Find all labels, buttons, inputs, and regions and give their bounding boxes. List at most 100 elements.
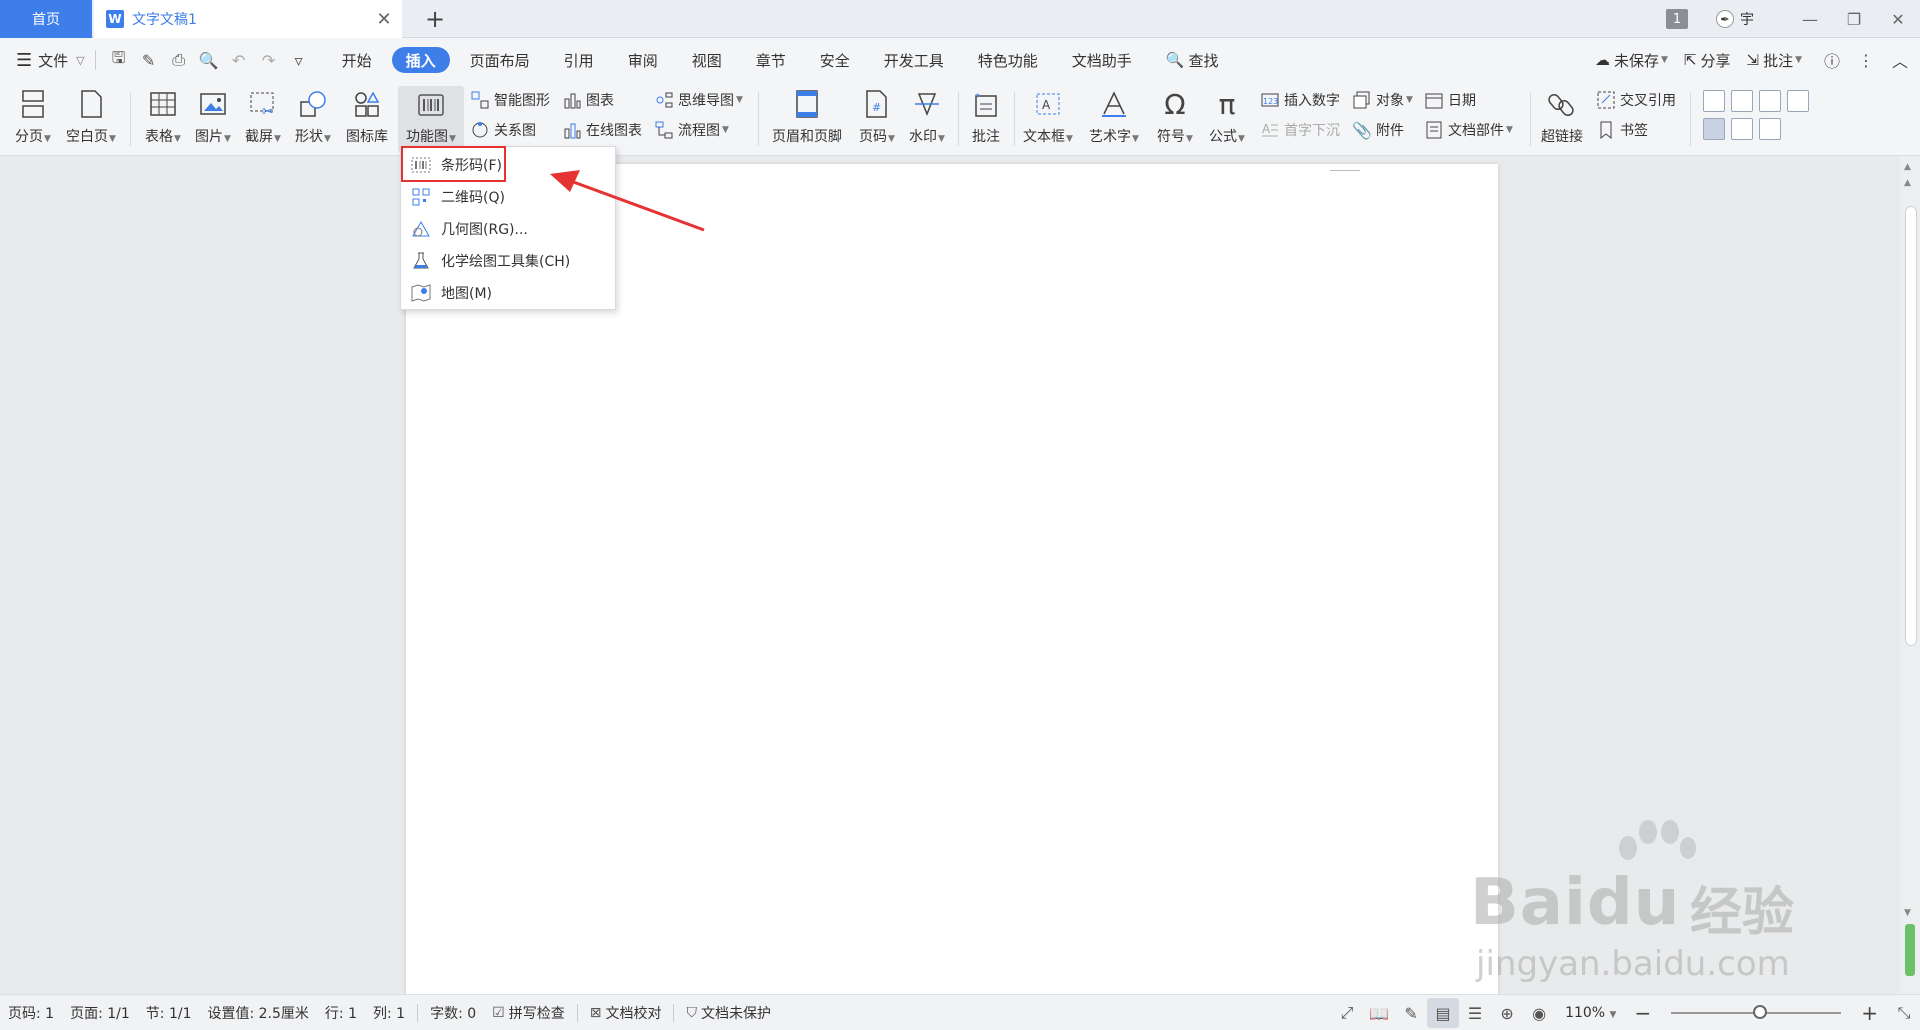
- page-break-button[interactable]: 分页▼: [10, 86, 56, 152]
- date-button[interactable]: 日期: [1424, 88, 1476, 112]
- protect-status[interactable]: ⛉ 文档未保护: [678, 1003, 779, 1023]
- table-button[interactable]: 表格▼: [140, 86, 186, 152]
- zoom-slider[interactable]: [1671, 1005, 1842, 1019]
- scroll-up-icon[interactable]: ▲: [1904, 162, 1911, 172]
- formula-button[interactable]: π 公式▼: [1204, 86, 1250, 152]
- flow-chart-button[interactable]: 流程图 ▼: [654, 118, 729, 142]
- save-icon[interactable]: 🖫: [104, 46, 134, 74]
- function-chart-button[interactable]: 功能图▼: [398, 86, 464, 152]
- tab-insert[interactable]: 插入: [391, 47, 450, 73]
- blank-page-button[interactable]: 空白页▼: [62, 86, 120, 152]
- status-page-no[interactable]: 页码: 1: [0, 1003, 62, 1023]
- print-icon[interactable]: ⎙: [164, 46, 194, 74]
- bookmark-button[interactable]: 书签: [1596, 118, 1648, 142]
- tab-section[interactable]: 章节: [742, 47, 800, 73]
- tab-references[interactable]: 引用: [550, 47, 608, 73]
- comment-button[interactable]: ⇲ 批注 ▼: [1746, 50, 1802, 71]
- status-pages[interactable]: 页面: 1/1: [62, 1003, 138, 1023]
- scrollbar-thumb[interactable]: [1905, 206, 1917, 646]
- unsaved-status[interactable]: ☁ 未保存 ▼: [1595, 50, 1668, 71]
- menu-item-map[interactable]: 地图(M): [401, 277, 615, 309]
- insert-number-button[interactable]: 123 插入数字: [1260, 88, 1340, 112]
- status-row[interactable]: 行: 1: [317, 1003, 365, 1023]
- close-tab-icon[interactable]: ✕: [370, 5, 398, 33]
- status-section[interactable]: 节: 1/1: [138, 1003, 200, 1023]
- shapes-button[interactable]: 形状▼: [290, 86, 336, 152]
- tab-home[interactable]: 开始: [328, 47, 386, 73]
- zoom-level[interactable]: 110% ▼: [1565, 1005, 1616, 1021]
- status-setting[interactable]: 设置值: 2.5厘米: [199, 1003, 316, 1023]
- picture-button[interactable]: 图片▼: [190, 86, 236, 152]
- menu-item-chemistry[interactable]: 化学绘图工具集(CH): [401, 245, 615, 277]
- more-icon[interactable]: ⋮: [1852, 51, 1880, 70]
- spell-check-button[interactable]: ☑ 拼写检查: [484, 1003, 573, 1023]
- undo-icon[interactable]: ↶: [224, 46, 254, 74]
- form-field-icon[interactable]: [1703, 90, 1725, 112]
- page-view-icon[interactable]: ▤: [1427, 998, 1460, 1028]
- grid-field-icon[interactable]: [1759, 118, 1781, 140]
- list-field-icon[interactable]: [1759, 90, 1781, 112]
- picture-field-icon[interactable]: [1787, 90, 1809, 112]
- tab-find[interactable]: 🔍 查找: [1152, 47, 1233, 73]
- window-count-badge[interactable]: 1: [1666, 9, 1688, 29]
- scroll-down-icon[interactable]: ▼: [1904, 908, 1911, 918]
- icon-library-button[interactable]: 图标库: [342, 86, 392, 152]
- document-tab[interactable]: W 文字文稿1 ✕: [94, 0, 402, 38]
- close-window-icon[interactable]: ✕: [1876, 0, 1920, 38]
- user-account[interactable]: ✒ 宇: [1716, 9, 1754, 29]
- collapse-ribbon-icon[interactable]: ︿: [1886, 48, 1914, 72]
- screenshot-button[interactable]: ✂ 截屏▼: [240, 86, 286, 152]
- header-footer-button[interactable]: 页眉和页脚: [766, 86, 848, 152]
- edit-mode-icon[interactable]: ✎: [1395, 998, 1427, 1028]
- help-icon[interactable]: ⓘ: [1818, 48, 1846, 72]
- new-tab-button[interactable]: +: [420, 4, 450, 34]
- zoom-in-icon[interactable]: +: [1861, 1001, 1878, 1025]
- page-number-button[interactable]: # 页码▼: [854, 86, 900, 152]
- word-art-button[interactable]: 艺术字▼: [1082, 86, 1146, 152]
- restore-icon[interactable]: ❐: [1832, 0, 1876, 38]
- fullscreen-icon[interactable]: ⤢: [1331, 998, 1363, 1028]
- zoom-slider-knob[interactable]: [1753, 1005, 1768, 1019]
- customize-toolbar-icon[interactable]: ▿: [284, 46, 314, 74]
- file-menu[interactable]: ☰ 文件 ▽: [16, 50, 85, 71]
- status-col[interactable]: 列: 1: [365, 1003, 413, 1023]
- outline-view-icon[interactable]: ☰: [1459, 998, 1491, 1028]
- properties-icon[interactable]: [1731, 118, 1753, 140]
- online-chart-button[interactable]: 在线图表: [562, 118, 642, 142]
- checkbox-field-icon[interactable]: [1731, 90, 1753, 112]
- status-words[interactable]: 字数: 0: [422, 1003, 484, 1023]
- eye-protect-icon[interactable]: ◉: [1523, 998, 1555, 1028]
- tab-features[interactable]: 特色功能: [964, 47, 1052, 73]
- design-mode-icon[interactable]: [1703, 118, 1725, 140]
- tab-developer[interactable]: 开发工具: [870, 47, 958, 73]
- share-button[interactable]: ⇱ 分享: [1684, 50, 1731, 71]
- cross-reference-button[interactable]: 交叉引用: [1596, 88, 1676, 112]
- text-box-button[interactable]: A 文本框▼: [1020, 86, 1076, 152]
- tab-page-layout[interactable]: 页面布局: [456, 47, 544, 73]
- tab-view[interactable]: 视图: [678, 47, 736, 73]
- drop-cap-button[interactable]: A 首字下沉: [1260, 118, 1340, 142]
- object-button[interactable]: 对象 ▼: [1352, 88, 1413, 112]
- vertical-scrollbar[interactable]: ▲ ▲ ▼: [1900, 156, 1920, 994]
- redo-icon[interactable]: ↷: [254, 46, 284, 74]
- relation-chart-button[interactable]: 关系图: [470, 118, 536, 142]
- symbol-button[interactable]: Ω 符号▼: [1152, 86, 1198, 152]
- hyperlink-button[interactable]: 超链接: [1536, 86, 1588, 152]
- tab-security[interactable]: 安全: [806, 47, 864, 73]
- fit-page-icon[interactable]: ⤡: [1888, 998, 1920, 1028]
- web-view-icon[interactable]: ⊕: [1491, 998, 1523, 1028]
- doc-parts-button[interactable]: 文档部件 ▼: [1424, 118, 1513, 142]
- home-tab[interactable]: 首页: [0, 0, 92, 38]
- print-preview-icon[interactable]: 🔍: [194, 46, 224, 74]
- tab-review[interactable]: 审阅: [614, 47, 672, 73]
- scroll-up-icon[interactable]: ▲: [1904, 178, 1911, 188]
- attachment-button[interactable]: 📎 附件: [1352, 118, 1404, 142]
- comment-insert-button[interactable]: * 批注: [966, 86, 1006, 152]
- chart-button[interactable]: 图表: [562, 88, 614, 112]
- tab-doc-assistant[interactable]: 文档助手: [1058, 47, 1146, 73]
- format-painter-icon[interactable]: ✎: [134, 46, 164, 74]
- smart-art-button[interactable]: 智能图形: [470, 88, 550, 112]
- watermark-button[interactable]: 水印▼: [904, 86, 950, 152]
- zoom-out-icon[interactable]: −: [1634, 1001, 1651, 1025]
- read-mode-icon[interactable]: 📖: [1363, 998, 1395, 1028]
